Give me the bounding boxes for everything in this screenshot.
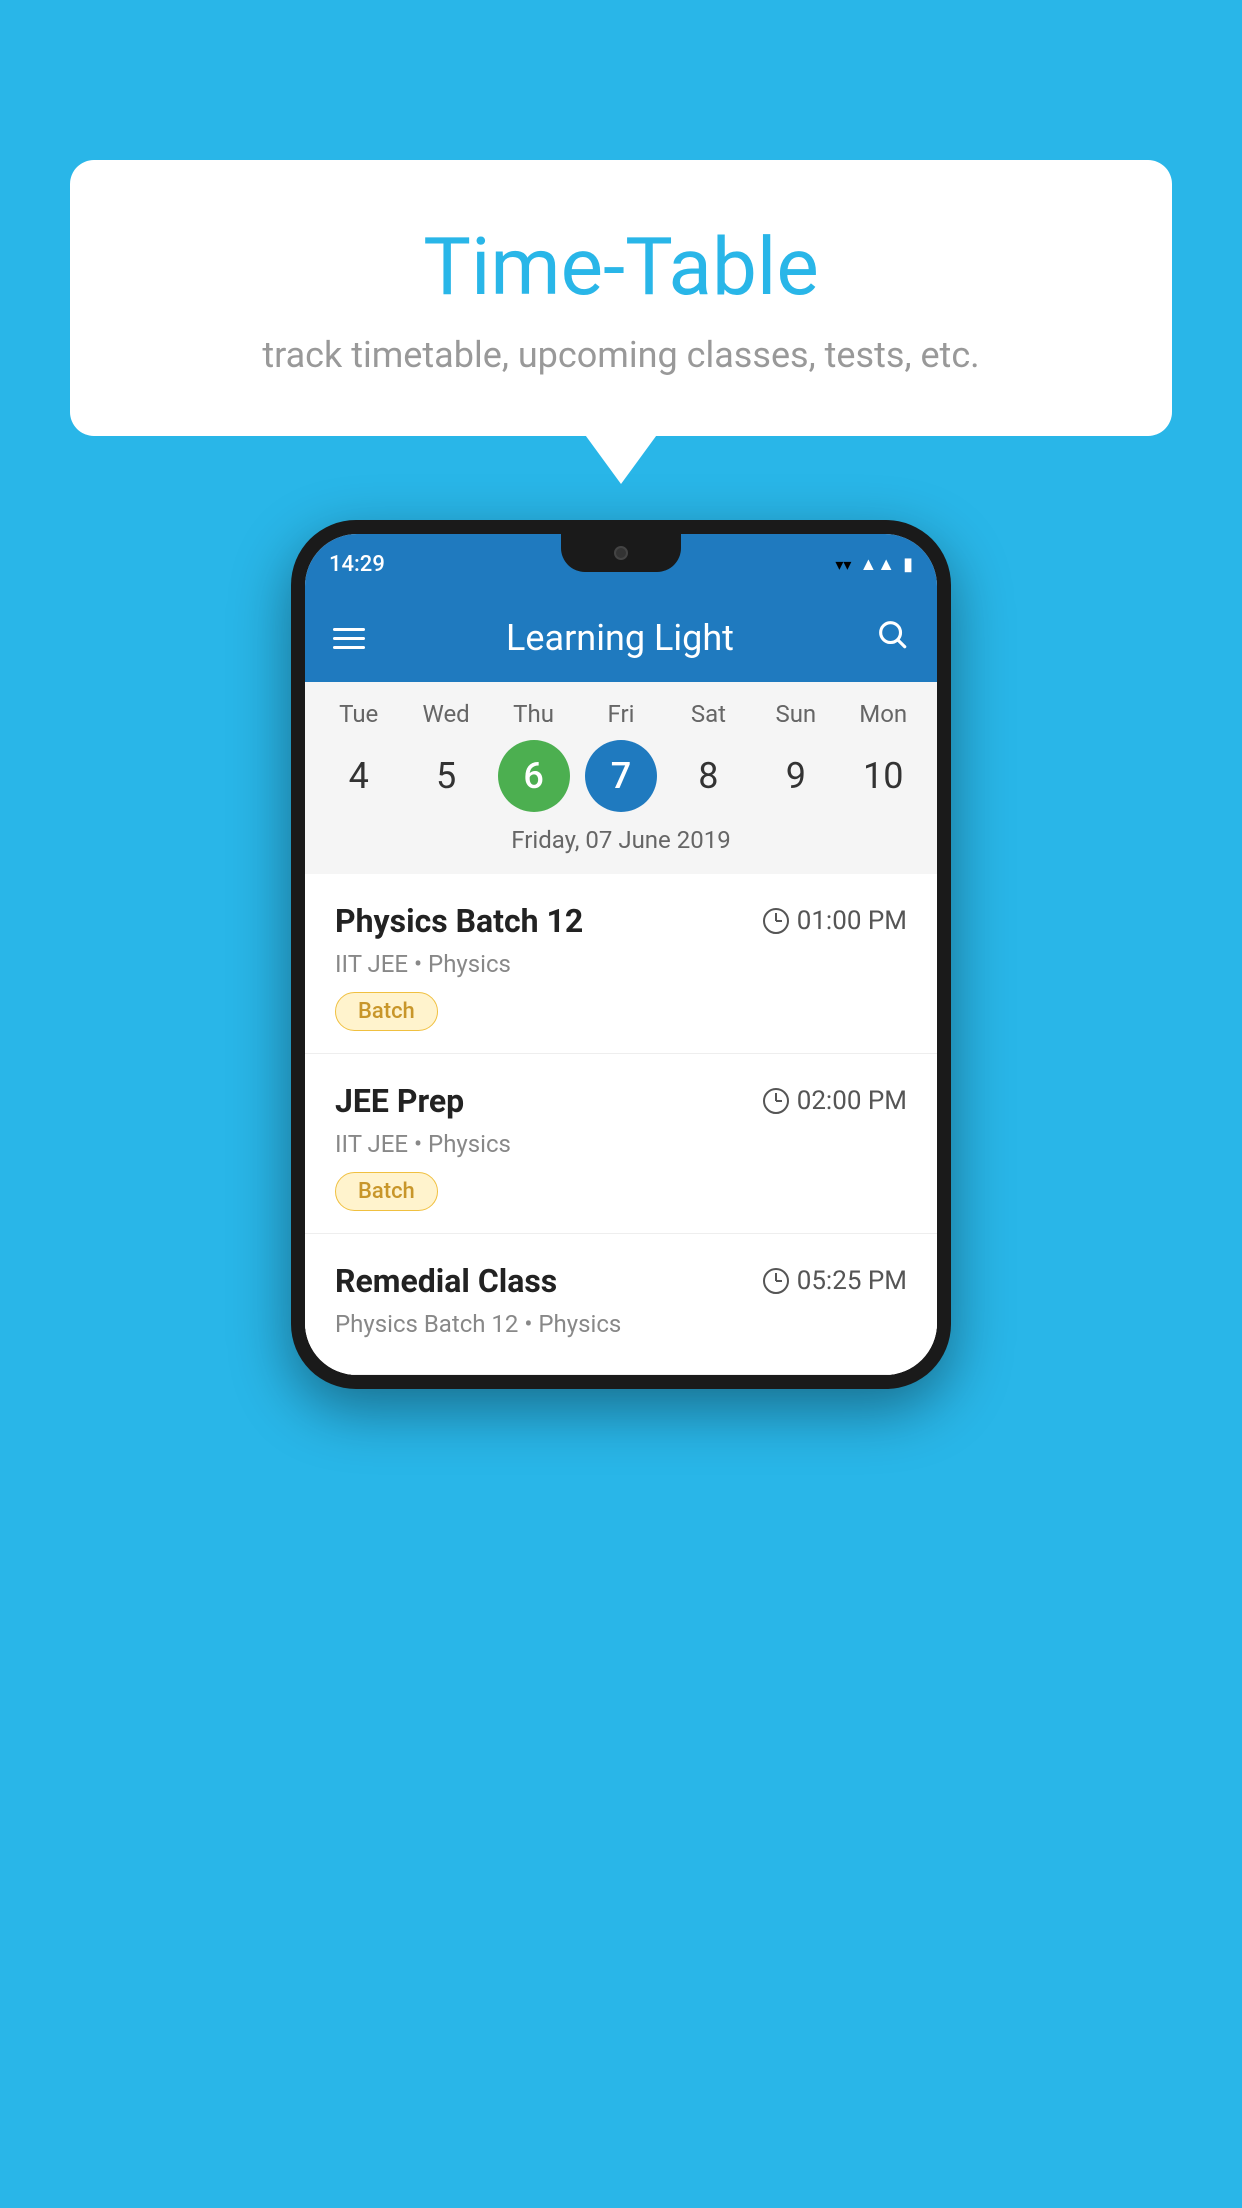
class-item-2-header: JEE Prep 02:00 PM — [335, 1082, 907, 1120]
phone-frame: 14:29 ▾▾ ▲▲ ▮ Learning Light — [291, 520, 951, 1389]
day-label-thu: Thu — [498, 700, 570, 728]
signal-icon: ▲▲ — [859, 554, 895, 575]
day-label-mon: Mon — [847, 700, 919, 728]
clock-icon-1 — [763, 908, 789, 934]
status-icons: ▾▾ ▲▲ ▮ — [835, 554, 913, 575]
battery-icon: ▮ — [903, 554, 913, 575]
batch-badge-1: Batch — [335, 992, 438, 1031]
batch-badge-2: Batch — [335, 1172, 438, 1211]
class-name-2: JEE Prep — [335, 1082, 464, 1120]
class-item-1[interactable]: Physics Batch 12 01:00 PM IIT JEE • Phys… — [305, 874, 937, 1054]
day-label-wed: Wed — [410, 700, 482, 728]
class-meta-2: IIT JEE • Physics — [335, 1130, 907, 1158]
class-time-3: 05:25 PM — [763, 1266, 907, 1296]
search-icon[interactable] — [875, 617, 909, 660]
day-5[interactable]: 5 — [410, 740, 482, 812]
class-item-3[interactable]: Remedial Class 05:25 PM Physics Batch 12… — [305, 1234, 937, 1375]
class-name-1: Physics Batch 12 — [335, 902, 583, 940]
class-item-2[interactable]: JEE Prep 02:00 PM IIT JEE • Physics Batc… — [305, 1054, 937, 1234]
class-meta-1: IIT JEE • Physics — [335, 950, 907, 978]
class-item-1-header: Physics Batch 12 01:00 PM — [335, 902, 907, 940]
class-item-3-header: Remedial Class 05:25 PM — [335, 1262, 907, 1300]
day-4[interactable]: 4 — [323, 740, 395, 812]
day-label-sun: Sun — [760, 700, 832, 728]
class-time-1: 01:00 PM — [763, 906, 907, 936]
speech-bubble: Time-Table track timetable, upcoming cla… — [70, 160, 1172, 436]
class-meta-3: Physics Batch 12 • Physics — [335, 1310, 907, 1338]
day-headers: Tue Wed Thu Fri Sat Sun Mon — [305, 700, 937, 728]
day-10[interactable]: 10 — [847, 740, 919, 812]
class-time-2: 02:00 PM — [763, 1086, 907, 1116]
day-label-fri: Fri — [585, 700, 657, 728]
day-9[interactable]: 9 — [760, 740, 832, 812]
class-time-value-1: 01:00 PM — [797, 906, 907, 936]
speech-bubble-title: Time-Table — [120, 220, 1122, 314]
calendar-strip: Tue Wed Thu Fri Sat Sun Mon 4 5 6 7 8 9 … — [305, 682, 937, 874]
status-bar: 14:29 ▾▾ ▲▲ ▮ — [305, 534, 937, 594]
day-label-tue: Tue — [323, 700, 395, 728]
speech-bubble-subtitle: track timetable, upcoming classes, tests… — [120, 334, 1122, 376]
class-time-value-2: 02:00 PM — [797, 1086, 907, 1116]
status-time: 14:29 — [329, 552, 385, 577]
speech-bubble-container: Time-Table track timetable, upcoming cla… — [70, 160, 1172, 436]
class-list: Physics Batch 12 01:00 PM IIT JEE • Phys… — [305, 874, 937, 1375]
wifi-icon: ▾▾ — [835, 555, 851, 574]
phone-screen: 14:29 ▾▾ ▲▲ ▮ Learning Light — [305, 534, 937, 1375]
clock-icon-3 — [763, 1268, 789, 1294]
notch — [561, 534, 681, 572]
app-title: Learning Light — [389, 617, 851, 659]
app-bar: Learning Light — [305, 594, 937, 682]
hamburger-menu-icon[interactable] — [333, 628, 365, 649]
class-time-value-3: 05:25 PM — [797, 1266, 907, 1296]
day-8[interactable]: 8 — [672, 740, 744, 812]
phone-device: 14:29 ▾▾ ▲▲ ▮ Learning Light — [291, 520, 951, 1389]
camera-dot — [614, 546, 628, 560]
day-7-selected[interactable]: 7 — [585, 740, 657, 812]
day-6-today[interactable]: 6 — [498, 740, 570, 812]
selected-date-label: Friday, 07 June 2019 — [305, 826, 937, 868]
class-name-3: Remedial Class — [335, 1262, 557, 1300]
day-numbers: 4 5 6 7 8 9 10 — [305, 740, 937, 812]
day-label-sat: Sat — [672, 700, 744, 728]
clock-icon-2 — [763, 1088, 789, 1114]
